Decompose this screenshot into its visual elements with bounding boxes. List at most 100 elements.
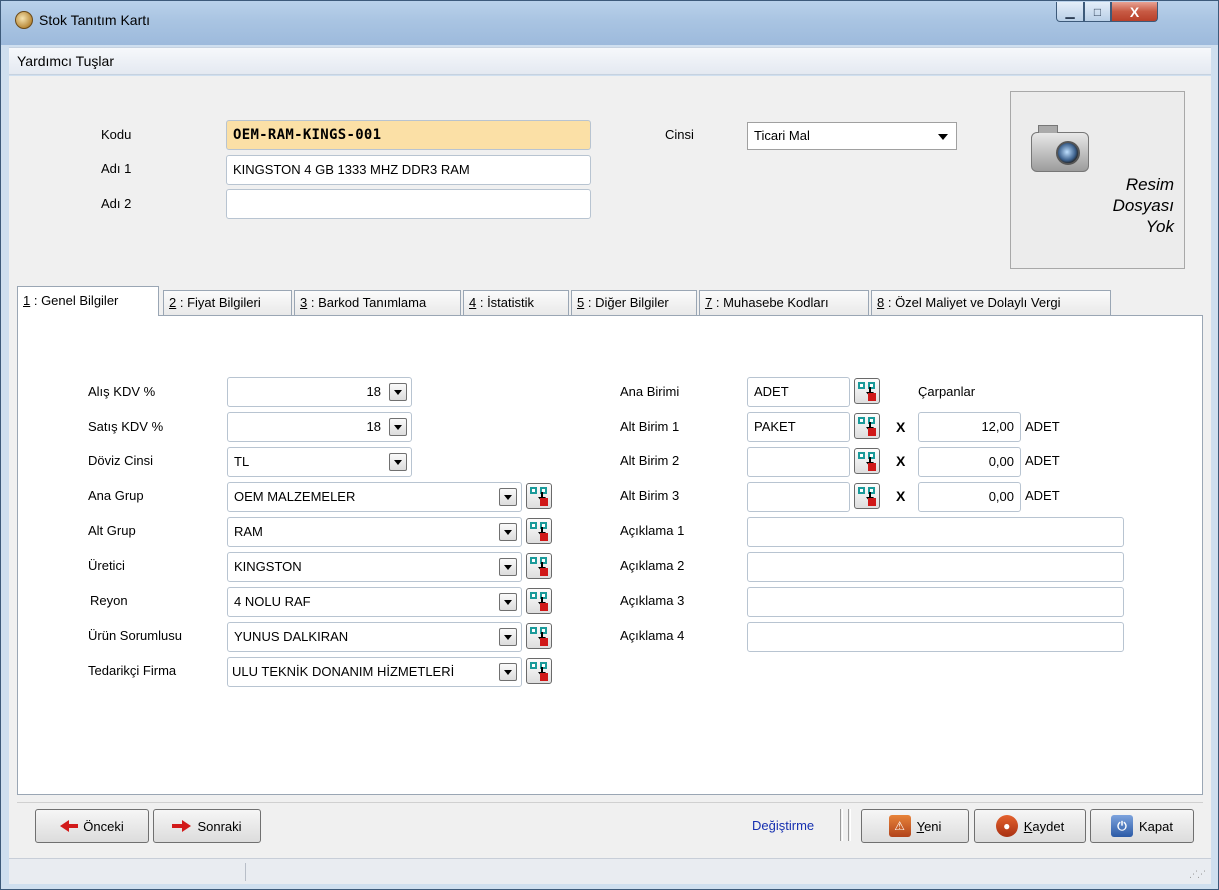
main-group-value: OEM MALZEMELER bbox=[234, 489, 356, 504]
currency-select[interactable]: TL bbox=[227, 447, 412, 477]
close-window-button[interactable]: X bbox=[1111, 2, 1158, 22]
sub-unit2-label: Alt Birim 2 bbox=[620, 453, 680, 468]
dropdown-icon[interactable] bbox=[499, 663, 517, 681]
sub-unit3-picker-icon[interactable] bbox=[854, 483, 880, 509]
sub-unit1-base-unit: ADET bbox=[1025, 419, 1060, 434]
resize-grip-icon[interactable]: ⋰⋰ bbox=[1189, 869, 1206, 880]
sub-unit3-multiplier[interactable]: 0,00 bbox=[918, 482, 1021, 512]
main-unit-picker-icon[interactable] bbox=[854, 378, 880, 404]
supplier-select[interactable]: ULU TEKNİK DONANIM HİZMETLERİ bbox=[227, 657, 522, 687]
name1-field[interactable]: KINGSTON 4 GB 1333 MHZ DDR3 RAM bbox=[226, 155, 591, 185]
new-button[interactable]: ⚠ Yeni bbox=[861, 809, 969, 843]
sub-unit3-field[interactable] bbox=[747, 482, 850, 512]
tab-general[interactable]: 1 : Genel Bilgiler bbox=[17, 286, 159, 316]
dropdown-icon[interactable] bbox=[389, 418, 407, 436]
sub-unit2-picker-icon[interactable] bbox=[854, 448, 880, 474]
sub-unit2-base-unit: ADET bbox=[1025, 453, 1060, 468]
dropdown-icon[interactable] bbox=[499, 593, 517, 611]
sub-unit1-picker-icon[interactable] bbox=[854, 413, 880, 439]
tab-label: : Muhasebe Kodları bbox=[712, 295, 829, 310]
minimize-button[interactable]: ▁ bbox=[1056, 2, 1084, 22]
responsible-select[interactable]: YUNUS DALKIRAN bbox=[227, 622, 522, 652]
product-image-box[interactable]: Resim Dosyası Yok bbox=[1010, 91, 1185, 269]
shelf-picker-icon[interactable] bbox=[526, 588, 552, 614]
type-select[interactable]: Ticari Mal bbox=[747, 122, 957, 150]
responsible-label: Ürün Sorumlusu bbox=[88, 628, 182, 643]
purchase-vat-select[interactable]: 18 bbox=[227, 377, 412, 407]
sales-vat-value: 18 bbox=[366, 419, 381, 434]
maximize-button[interactable]: □ bbox=[1084, 2, 1111, 22]
sub-unit1-field[interactable]: PAKET bbox=[747, 412, 850, 442]
new-label: Yeni bbox=[917, 819, 942, 834]
sub-unit2-field[interactable] bbox=[747, 447, 850, 477]
shelf-value: 4 NOLU RAF bbox=[234, 594, 311, 609]
previous-label: Önceki bbox=[83, 818, 124, 834]
description3-field[interactable] bbox=[747, 587, 1124, 617]
sub-group-select[interactable]: RAM bbox=[227, 517, 522, 547]
dropdown-icon[interactable] bbox=[389, 453, 407, 471]
tab-accounting[interactable]: 7 : Muhasebe Kodları bbox=[699, 290, 869, 315]
main-group-select[interactable]: OEM MALZEMELER bbox=[227, 482, 522, 512]
minimize-icon: ▁ bbox=[1065, 4, 1075, 19]
next-button[interactable]: Sonraki bbox=[153, 809, 261, 843]
multipliers-label: Çarpanlar bbox=[918, 384, 976, 399]
dropdown-icon[interactable] bbox=[499, 523, 517, 541]
main-window: Stok Tanıtım Kartı ▁ □ X Yardımcı Tuşlar… bbox=[0, 0, 1219, 890]
title-bar[interactable]: Stok Tanıtım Kartı ▁ □ X bbox=[1, 1, 1218, 45]
description3-label: Açıklama 3 bbox=[620, 593, 685, 608]
description1-label: Açıklama 1 bbox=[620, 523, 685, 538]
name2-field[interactable] bbox=[226, 189, 591, 219]
dropdown-icon[interactable] bbox=[499, 628, 517, 646]
dropdown-icon[interactable] bbox=[499, 558, 517, 576]
sales-vat-label: Satış KDV % bbox=[88, 419, 164, 434]
supplier-picker-icon[interactable] bbox=[526, 658, 552, 684]
main-unit-field[interactable]: ADET bbox=[747, 377, 850, 407]
times-sign: X bbox=[896, 488, 906, 504]
bottom-toolbar: Önceki Sonraki Değiştirme ⚠ Yeni ● Kayde… bbox=[17, 802, 1203, 846]
toolbar-separator bbox=[848, 809, 851, 841]
code-field[interactable]: OEM-RAM-KINGS-001 bbox=[226, 120, 591, 150]
main-unit-label: Ana Birimi bbox=[620, 384, 680, 399]
main-group-label: Ana Grup bbox=[88, 488, 144, 503]
toolbar-separator bbox=[840, 809, 843, 841]
mode-indicator: Değiştirme bbox=[752, 818, 815, 833]
previous-button[interactable]: Önceki bbox=[35, 809, 149, 843]
description2-field[interactable] bbox=[747, 552, 1124, 582]
save-label: Kaydet bbox=[1024, 819, 1064, 834]
sub-group-label: Alt Grup bbox=[88, 523, 136, 538]
tab-statistics[interactable]: 4 : İstatistik bbox=[463, 290, 569, 315]
sub-unit1-label: Alt Birim 1 bbox=[620, 419, 680, 434]
sub-group-picker-icon[interactable] bbox=[526, 518, 552, 544]
tab-label: : Özel Maliyet ve Dolaylı Vergi bbox=[884, 295, 1061, 310]
chevron-down-icon bbox=[938, 134, 948, 140]
sub-unit2-multiplier[interactable]: 0,00 bbox=[918, 447, 1021, 477]
tab-barcode[interactable]: 3 : Barkod Tanımlama bbox=[294, 290, 461, 315]
sub-unit1-multiplier[interactable]: 12,00 bbox=[918, 412, 1021, 442]
tab-label: : Genel Bilgiler bbox=[30, 293, 119, 308]
type-select-value: Ticari Mal bbox=[754, 128, 810, 143]
manufacturer-select[interactable]: KINGSTON bbox=[227, 552, 522, 582]
main-group-picker-icon[interactable] bbox=[526, 483, 552, 509]
type-label: Cinsi bbox=[665, 127, 694, 142]
save-label-rest: aydet bbox=[1032, 818, 1065, 834]
manufacturer-picker-icon[interactable] bbox=[526, 553, 552, 579]
menu-helper-keys[interactable]: Yardımcı Tuşlar bbox=[17, 53, 114, 69]
tab-label: : Barkod Tanımlama bbox=[307, 295, 427, 310]
tab-other[interactable]: 5 : Diğer Bilgiler bbox=[571, 290, 697, 315]
tab-label: : İstatistik bbox=[476, 295, 535, 310]
sub-unit3-label: Alt Birim 3 bbox=[620, 488, 680, 503]
description2-label: Açıklama 2 bbox=[620, 558, 685, 573]
maximize-icon: □ bbox=[1093, 4, 1102, 19]
sales-vat-select[interactable]: 18 bbox=[227, 412, 412, 442]
status-separator bbox=[245, 863, 246, 881]
description4-field[interactable] bbox=[747, 622, 1124, 652]
dropdown-icon[interactable] bbox=[499, 488, 517, 506]
description1-field[interactable] bbox=[747, 517, 1124, 547]
save-button[interactable]: ● Kaydet bbox=[974, 809, 1086, 843]
dropdown-icon[interactable] bbox=[389, 383, 407, 401]
responsible-picker-icon[interactable] bbox=[526, 623, 552, 649]
close-form-button[interactable]: ⏻ Kapat bbox=[1090, 809, 1194, 843]
shelf-select[interactable]: 4 NOLU RAF bbox=[227, 587, 522, 617]
tab-special-cost[interactable]: 8 : Özel Maliyet ve Dolaylı Vergi bbox=[871, 290, 1111, 315]
tab-price[interactable]: 2 : Fiyat Bilgileri bbox=[163, 290, 292, 315]
